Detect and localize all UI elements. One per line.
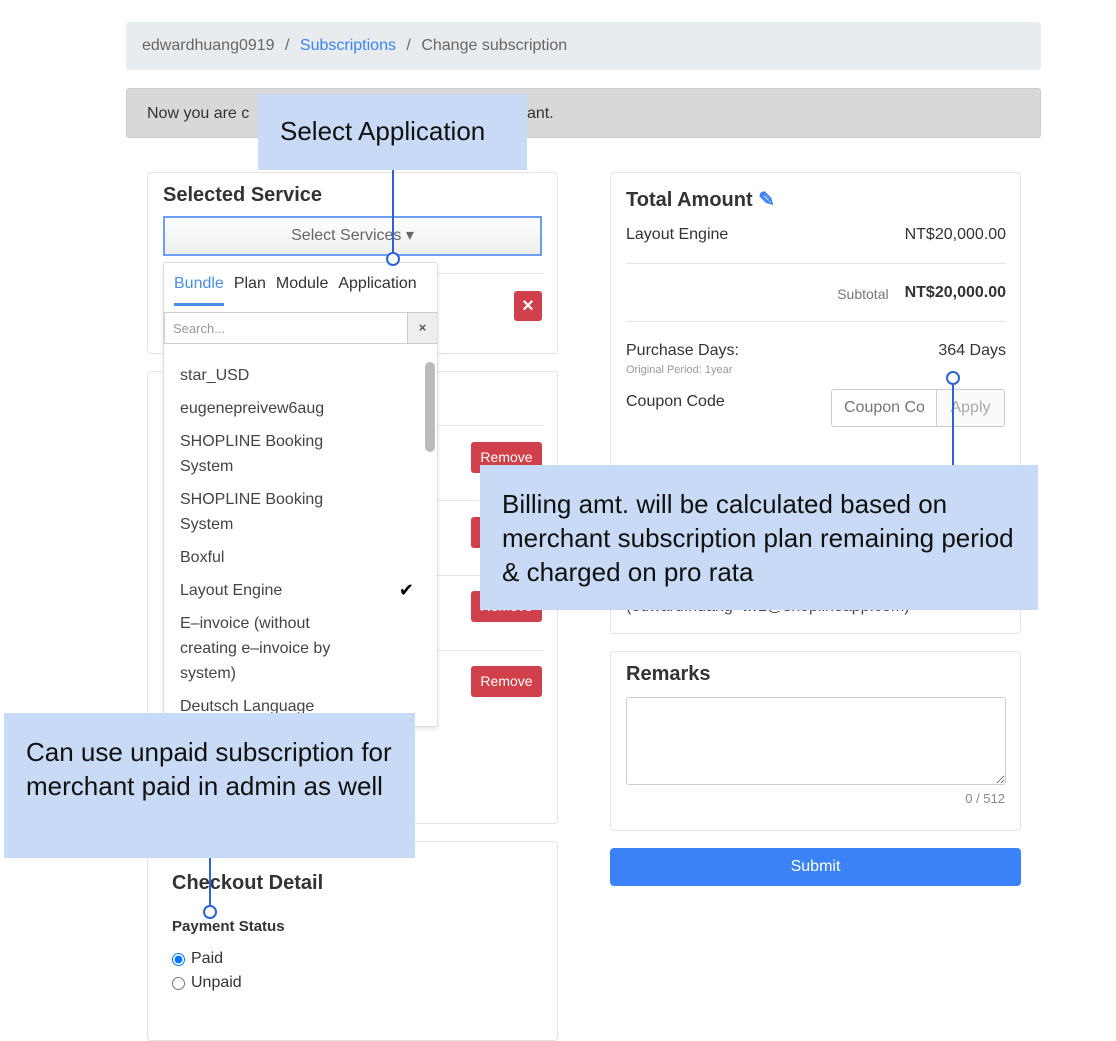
breadcrumb-user[interactable]: edwardhuang0919 [142,37,275,54]
breadcrumb-separator: / [406,37,411,54]
total-amount-title: Total Amount ✎ [626,187,775,212]
list-item[interactable]: E–invoice (without creating e–invoice by… [180,611,360,686]
callout-anchor [386,252,400,266]
dropdown-scrollbar[interactable] [425,362,435,452]
breadcrumb: edwardhuang0919 / Subscriptions / Change… [126,22,1041,70]
list-item[interactable]: SHOPLINE Booking System [180,487,340,537]
remarks-card: Remarks 0 / 512 [610,651,1021,831]
radio-unpaid-label: Unpaid [191,974,242,991]
list-item-selected[interactable]: Layout Engine ✔ [180,578,420,603]
select-services-dropdown[interactable]: Select Services ▾ [163,216,542,256]
line-item: Layout Engine NT$20,000.00 [626,226,1006,244]
purchase-days-label: Purchase Days: [626,342,739,359]
subtotal-value: NT$20,000.00 [904,284,1006,301]
tab-module[interactable]: Module [276,275,328,306]
list-item[interactable]: SHOPLINE Booking System [180,429,340,479]
alert-text-left: Now you are c [147,105,250,122]
purchase-days-value: 364 Days [938,342,1006,359]
radio-paid[interactable]: Paid [172,950,223,968]
remarks-title: Remarks [626,663,711,685]
purchase-days-row: Purchase Days: 364 Days [626,342,1006,360]
list-item[interactable]: star_USD [180,363,420,388]
checkout-title: Checkout Detail [172,872,324,894]
check-icon: ✔ [398,580,414,600]
breadcrumb-separator: / [285,37,290,54]
radio-unpaid-input[interactable] [172,976,185,990]
line-item-name: Layout Engine [626,226,729,243]
remove-service-button[interactable]: × [514,291,542,321]
radio-paid-input[interactable] [172,952,185,966]
apply-coupon-button[interactable]: Apply [936,389,1005,427]
radio-paid-label: Paid [191,950,224,967]
callout-billing: Billing amt. will be calculated based on… [480,465,1038,610]
subtotal-label: Subtotal [837,286,889,302]
total-amount-label: Total Amount [626,189,753,211]
line-item-price: NT$20,000.00 [904,226,1006,243]
tab-application[interactable]: Application [338,275,416,306]
coupon-code-input[interactable] [831,389,937,427]
original-period: Original Period: 1year [626,364,733,376]
remarks-textarea[interactable] [626,697,1006,785]
callout-anchor [946,371,960,385]
search-input[interactable]: Search... × [164,312,437,344]
list-item-label: Layout Engine [180,582,283,599]
alert-text-right: ant. [527,105,554,122]
callout-unpaid: Can use unpaid subscription for merchant… [4,713,415,858]
clear-search-icon[interactable]: × [407,313,437,343]
payment-status-label: Payment Status [172,918,285,935]
callout-anchor [203,905,217,919]
selected-service-title: Selected Service [163,184,322,206]
search-placeholder: Search... [173,321,226,336]
service-list: star_USD eugenepreivew6aug SHOPLINE Book… [180,363,420,726]
breadcrumb-subscriptions[interactable]: Subscriptions [300,37,396,54]
coupon-code-label: Coupon Code [626,393,725,410]
tab-bundle[interactable]: Bundle [174,275,224,306]
remove-button[interactable]: Remove [471,666,542,697]
radio-unpaid[interactable]: Unpaid [172,974,242,992]
subtotal-row: Subtotal NT$20,000.00 [626,284,1006,302]
callout-connector [392,170,394,254]
pencil-icon[interactable]: ✎ [758,189,775,211]
remarks-counter: 0 / 512 [965,791,1005,806]
services-dropdown-menu: Bundle Plan Module Application Search...… [163,262,438,727]
submit-button[interactable]: Submit [610,848,1021,886]
callout-connector [952,384,954,465]
list-item[interactable]: eugenepreivew6aug [180,396,420,421]
tab-plan[interactable]: Plan [234,275,266,306]
list-item[interactable]: Boxful [180,545,420,570]
callout-select-application: Select Application [258,94,527,170]
breadcrumb-current: Change subscription [421,37,568,54]
callout-connector [209,858,211,906]
